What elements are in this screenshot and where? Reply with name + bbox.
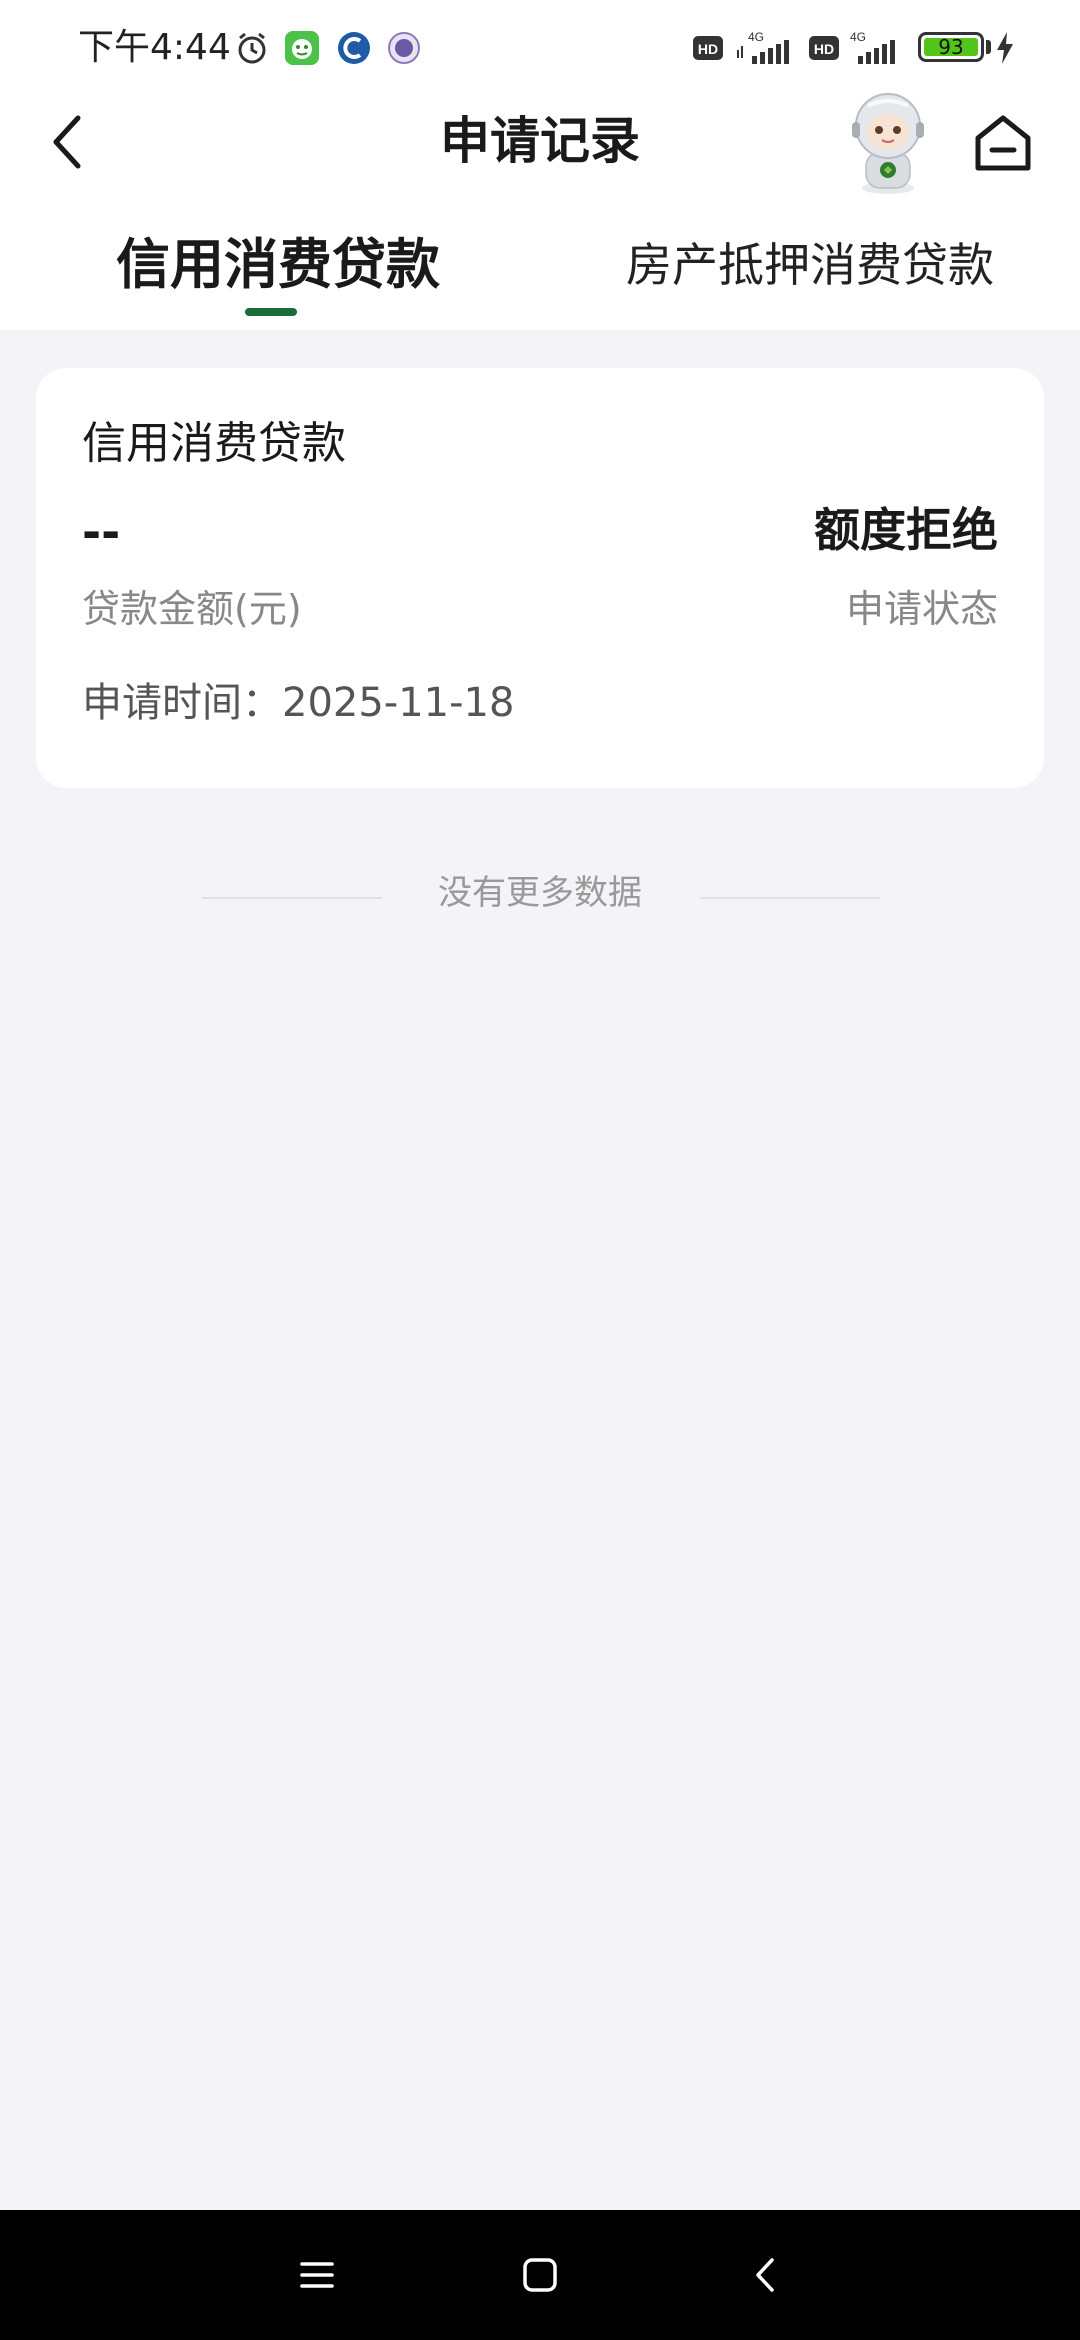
back-triangle-icon[interactable] [742,2250,792,2300]
bank-app-icon [338,32,370,64]
home-square-icon[interactable] [515,2250,565,2300]
green-app-icon [285,31,319,65]
application-status-value: 额度拒绝 [814,503,998,557]
divider-right [700,897,880,899]
tab-bar: 信用消费贷款 房产抵押消费贷款 [0,220,1080,330]
battery-cap [986,40,991,54]
application-time: 申请时间：2025-11-18 [82,680,515,726]
charging-icon [997,32,1013,64]
tab-mortgage-loan[interactable]: 房产抵押消费贷款 [626,220,994,310]
signal-icon-2: 4G [850,30,895,64]
purple-app-icon [388,32,420,64]
home-icon[interactable] [970,110,1036,176]
battery-level: 93 [924,37,978,57]
record-title: 信用消费贷款 [82,418,346,469]
list-end-indicator: 没有更多数据 [0,868,1080,918]
loan-amount-value: -- [82,505,121,559]
hd-icon-2: HD [809,36,839,60]
menu-icon[interactable] [292,2250,342,2300]
assistant-robot-icon[interactable] [838,88,938,198]
svg-text:4G: 4G [748,30,764,44]
signal-icon: 4G [737,30,789,64]
svg-text:HD: HD [698,41,718,57]
app-root: 下午4:44 HD 4G HD 4G 93 申请记录 信用消费贷款 房产抵押消费… [0,0,1080,2340]
svg-text:HD: HD [814,41,834,57]
system-nav-bar [0,2210,1080,2340]
application-status-label: 申请状态 [845,587,998,631]
no-more-data-text: 没有更多数据 [438,873,642,913]
application-record-card[interactable]: 信用消费贷款 -- 额度拒绝 贷款金额(元) 申请状态 申请时间：2025-11… [36,368,1044,788]
tab-active-indicator [245,308,297,316]
tab-credit-loan[interactable]: 信用消费贷款 [116,220,440,310]
status-bar: 下午4:44 HD 4G HD 4G 93 [0,0,1080,96]
svg-text:4G: 4G [850,30,866,44]
status-time: 下午4:44 [78,27,231,68]
battery-icon: 93 [918,32,984,62]
hd-icon: HD [693,36,723,60]
header: 下午4:44 HD 4G HD 4G 93 申请记录 信用消费贷款 房产抵押消费… [0,0,1080,330]
alarm-icon [238,32,266,64]
loan-amount-label: 贷款金额(元) [82,587,302,631]
